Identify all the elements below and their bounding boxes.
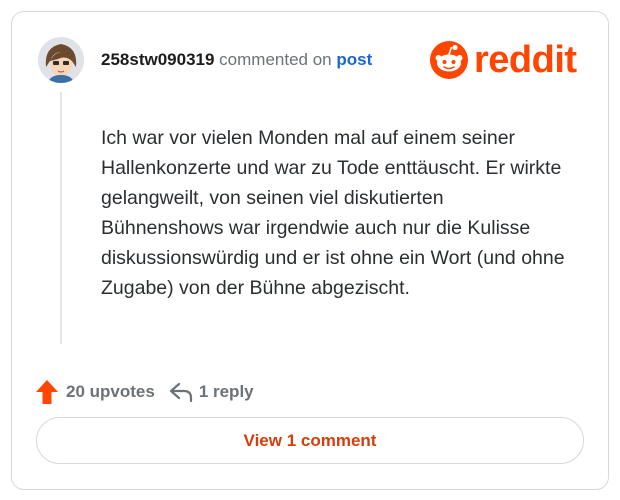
comment-body: Ich war vor vielen Monden mal auf einem … xyxy=(101,127,565,299)
comment-header: 258stw090319 commented on post xyxy=(101,49,372,71)
user-avatar[interactable] xyxy=(38,37,84,83)
reply-arrow-icon[interactable] xyxy=(169,381,193,403)
username[interactable]: 258stw090319 xyxy=(101,50,214,69)
view-comment-button[interactable]: View 1 comment xyxy=(36,417,584,464)
thread-line[interactable] xyxy=(60,92,62,344)
comment-actions: 20 upvotes 1 reply xyxy=(35,379,254,405)
reddit-snoo-icon xyxy=(430,41,468,79)
reddit-logo[interactable]: reddit xyxy=(429,40,577,80)
avatar-image xyxy=(38,37,84,83)
upvote-arrow-icon[interactable] xyxy=(35,379,59,405)
reply-count[interactable]: 1 reply xyxy=(199,382,254,402)
reddit-wordmark: reddit xyxy=(474,39,577,81)
upvote-count: 20 upvotes xyxy=(66,382,155,401)
action-text: commented on xyxy=(219,50,332,69)
post-link[interactable]: post xyxy=(336,50,372,69)
